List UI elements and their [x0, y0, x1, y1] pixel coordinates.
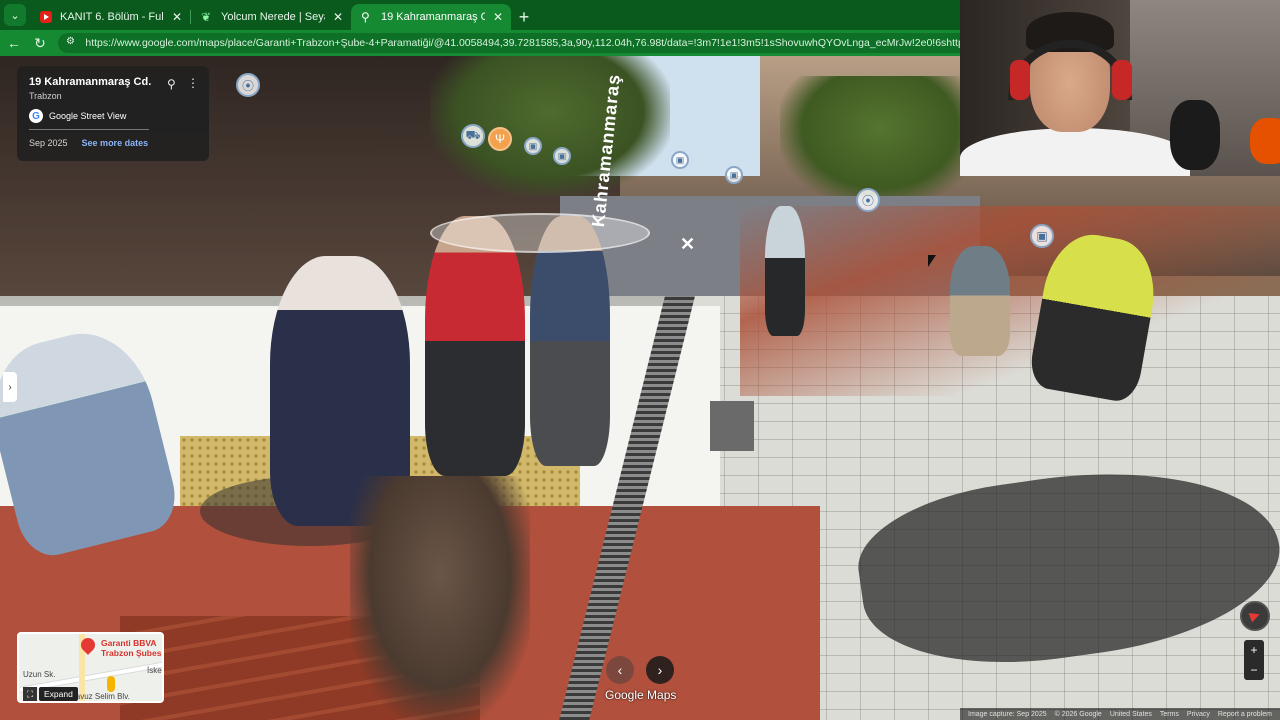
divider [29, 129, 149, 130]
location-city: Trabzon [29, 91, 62, 101]
street-label: Uzun Sk. [23, 670, 56, 679]
chevron-right-icon: › [8, 381, 12, 393]
shop-icon[interactable]: ▣ [671, 151, 689, 169]
terms-link[interactable]: Terms [1160, 711, 1179, 718]
brick-strip [740, 206, 1280, 396]
url-field[interactable]: ⚙ https://www.google.com/maps/place/Gara… [58, 33, 1058, 53]
tab-google-maps[interactable]: ⚲ 19 Kahramanmaraş Cd. - Google M ✕ [351, 4, 511, 30]
expand-icon[interactable]: ⛶ [23, 687, 37, 701]
microphone [1170, 100, 1220, 170]
headset-earcup [1010, 60, 1030, 100]
arrow-left-icon: ← [7, 35, 21, 51]
expand-tooltip: Expand [39, 687, 78, 701]
previous-image-button[interactable]: ‹ [606, 656, 634, 684]
tab-yolcum-nerede[interactable]: ❦ Yolcum Nerede | Seyahat Bilgileri ✕ [191, 4, 351, 30]
more-options-icon[interactable]: ⋮ [187, 76, 199, 90]
navigation-cross-icon[interactable]: ✕ [680, 234, 695, 255]
chevron-down-icon: ⌄ [10, 9, 20, 22]
new-tab-button[interactable]: + [511, 4, 537, 30]
zoom-in-button[interactable]: + [1250, 643, 1257, 657]
zoom-out-button[interactable]: − [1250, 663, 1257, 677]
google-logo-icon: G [29, 109, 43, 123]
url-text: https://www.google.com/maps/place/Garant… [85, 37, 1058, 49]
shop-icon[interactable]: ▣ [553, 147, 571, 165]
mouse-cursor-icon [928, 255, 936, 267]
reload-button[interactable]: ↻ [28, 31, 52, 55]
zoom-control: + − [1244, 640, 1264, 680]
site-info-icon[interactable]: ⚙ [66, 36, 79, 50]
shop-icon[interactable]: ▣ [725, 166, 743, 184]
location-pin-icon[interactable]: ⦿ [236, 73, 260, 97]
tab-title: 19 Kahramanmaraş Cd. - Google M [381, 11, 485, 23]
copyright: © 2026 Google [1054, 710, 1102, 718]
see-more-dates-link[interactable]: See more dates [82, 138, 149, 148]
tab-search-button[interactable]: ⌄ [4, 4, 26, 26]
back-button[interactable]: ← [2, 31, 26, 55]
attribution-bar: Image capture: Sep 2025 © 2026 Google Un… [960, 708, 1280, 720]
map-pin-icon[interactable]: ⚲ [167, 77, 176, 91]
restaurant-icon[interactable]: Ψ [488, 127, 512, 151]
street-label: Yavuz Selim Blv. [71, 692, 130, 701]
close-icon[interactable]: ✕ [333, 10, 343, 24]
screen: ⌄ KANIT 6. Bölüm - Full Bölüm - You ✕ ❦ … [0, 0, 1280, 720]
pedestrian [530, 216, 610, 466]
source-label: Google Street View [49, 111, 127, 121]
street-view-source: G Google Street View [29, 109, 197, 123]
close-icon[interactable]: ✕ [172, 10, 182, 24]
headset-earcup [1112, 60, 1132, 100]
tab-title: Yolcum Nerede | Seyahat Bilgileri [221, 11, 325, 23]
minimap[interactable]: Garanti BBVA Trabzon Şubesi Uzun Sk. İsk… [17, 632, 164, 703]
pedestrian [950, 246, 1010, 356]
image-capture-date: Image capture: Sep 2025 [968, 710, 1047, 718]
tab-title: KANIT 6. Bölüm - Full Bölüm - You [60, 11, 164, 23]
street-label: İskele [147, 666, 164, 675]
pedestrian [765, 206, 805, 336]
date-row: Sep 2025 See more dates [29, 138, 197, 148]
maps-icon: ⚲ [361, 10, 370, 24]
location-info-card: 19 Kahramanmaraş Cd. Trabzon ⚲ ⋮ G Googl… [17, 66, 209, 161]
tab-youtube[interactable]: KANIT 6. Bölüm - Full Bölüm - You ✕ [30, 4, 190, 30]
minimap-place-label: Garanti BBVA Trabzon Şubesi [101, 638, 164, 658]
plus-icon: + [518, 6, 530, 27]
location-pin-icon[interactable]: ⦿ [856, 188, 880, 212]
pegman-icon[interactable] [107, 676, 115, 692]
street-navigation-ring[interactable] [430, 213, 650, 253]
shop-icon[interactable]: ▣ [1030, 224, 1054, 248]
chevron-right-icon: › [657, 662, 663, 678]
webcam-overlay [960, 0, 1280, 176]
bollard [710, 401, 754, 451]
google-maps-logo: Google Maps [605, 688, 677, 702]
privacy-link[interactable]: Privacy [1187, 711, 1210, 718]
shop-icon[interactable]: ▣ [524, 137, 542, 155]
trees [780, 76, 980, 206]
pumpkin-decoration [1250, 118, 1280, 164]
leaf-icon: ❦ [201, 10, 212, 24]
pedestrian [425, 216, 525, 476]
report-problem-link[interactable]: Report a problem [1218, 711, 1272, 718]
region-link[interactable]: United States [1110, 711, 1152, 718]
compass-button[interactable] [1240, 601, 1270, 631]
youtube-icon [40, 11, 52, 23]
close-icon[interactable]: ✕ [493, 10, 503, 24]
side-panel-toggle[interactable]: › [3, 372, 17, 402]
compass-needle-icon [1248, 609, 1262, 623]
capture-date: Sep 2025 [29, 138, 68, 148]
dog [350, 476, 530, 720]
reload-icon: ↻ [34, 34, 46, 51]
next-image-button[interactable]: › [646, 656, 674, 684]
chevron-left-icon: ‹ [617, 662, 623, 678]
shopping-cart-icon[interactable]: ⛟ [461, 124, 485, 148]
